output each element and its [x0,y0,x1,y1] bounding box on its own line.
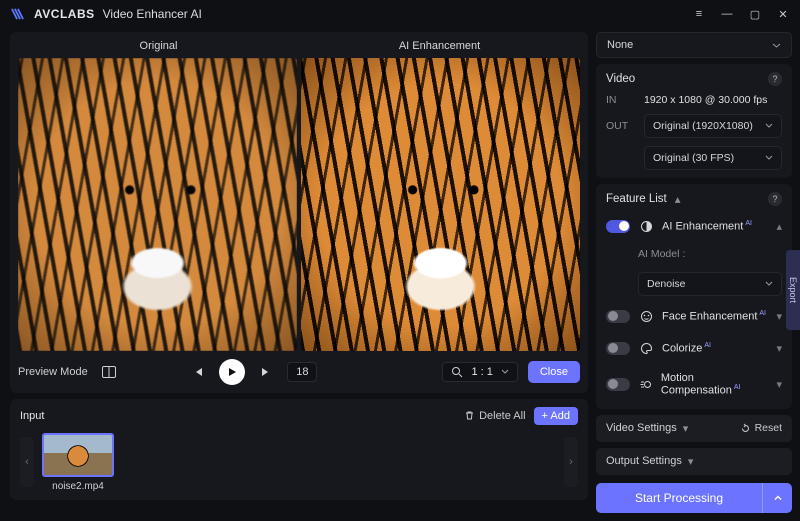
help-icon[interactable]: ? [768,72,782,86]
compare-label-original: Original [18,38,299,58]
video-settings-section[interactable]: Video Settings ▾ Reset [596,415,792,442]
close-window-button[interactable]: ✕ [776,8,790,21]
feature-list-panel: Feature List ▴ ? AI EnhancementAI ▴ AI M… [596,184,792,409]
delete-all-button[interactable]: Delete All [464,410,525,422]
start-processing-button[interactable]: Start Processing [596,483,792,513]
toggle-colorize[interactable] [606,342,630,355]
frame-number[interactable]: 18 [287,362,317,382]
palette-icon [638,340,654,356]
feature-face-enhancement: Face EnhancementAI ▾ [606,304,782,328]
logo-icon [10,5,28,23]
toggle-ai-enhancement[interactable] [606,220,630,233]
chevron-down-icon [772,41,781,50]
preview-enhanced [301,58,580,351]
input-card: Input Delete All + Add ‹ noise2.mp4 › [10,399,588,500]
next-frame-button[interactable] [255,361,277,383]
chevron-up-icon [773,493,783,503]
chevron-up-icon[interactable]: ▴ [776,220,782,233]
preview-original [18,58,297,351]
close-preview-button[interactable]: Close [528,361,580,383]
ai-model-label: AI Model : [606,246,782,264]
brand-logo: AVCLABS [10,5,95,23]
filmstrip-prev-button[interactable]: ‹ [20,437,34,487]
feature-colorize: ColorizeAI ▾ [606,336,782,360]
zoom-select[interactable]: 1 : 1 [442,362,517,382]
face-icon [638,308,654,324]
toggle-face-enhancement[interactable] [606,310,630,323]
chevron-down-icon[interactable]: ▾ [776,378,782,391]
toggle-motion-compensation[interactable] [606,378,630,391]
preview-mode-label: Preview Mode [18,366,88,378]
video-panel: Video ? IN 1920 x 1080 @ 30.000 fps OUT … [596,64,792,178]
video-panel-title: Video [606,73,635,85]
add-file-button[interactable]: + Add [534,407,578,425]
help-icon[interactable]: ? [768,192,782,206]
contrast-icon [638,218,654,234]
input-file-name: noise2.mp4 [42,477,114,492]
ai-model-select[interactable]: Denoise [638,272,782,296]
compare-layout-button[interactable] [98,361,120,383]
preset-select[interactable]: None [596,32,792,58]
in-label: IN [606,94,634,106]
app-title: Video Enhancer AI [103,7,202,21]
preview-card: Original AI Enhancement Preview Mode [10,32,588,393]
chevron-down-icon: ▾ [683,422,689,435]
in-value: 1920 x 1080 @ 30.000 fps [644,94,767,106]
feature-ai-enhancement: AI EnhancementAI ▴ [606,214,782,238]
chevron-down-icon: ▾ [688,455,694,468]
out-label: OUT [606,120,634,132]
feature-motion-compensation: Motion CompensationAI ▾ [606,368,782,401]
filmstrip-next-button[interactable]: › [564,437,578,487]
reset-button[interactable]: Reset [740,422,782,434]
zoom-value: 1 : 1 [471,366,492,378]
out-fps-select[interactable]: Original (30 FPS) [644,146,782,170]
minimize-button[interactable]: — [720,8,734,21]
chevron-down-icon [765,122,773,130]
brand-text: AVCLABS [34,7,95,21]
export-tab[interactable]: Export [786,250,800,330]
chevron-down-icon [765,280,773,288]
zoom-icon [451,366,463,378]
input-file-thumb[interactable]: noise2.mp4 [42,433,114,492]
trash-icon [464,410,475,421]
chevron-down-icon[interactable]: ▾ [776,342,782,355]
feature-list-title: Feature List [606,193,667,205]
reset-icon [740,423,751,434]
title-bar: AVCLABS Video Enhancer AI ≡ — ▢ ✕ [0,0,800,28]
chevron-down-icon [765,154,773,162]
output-settings-section[interactable]: Output Settings ▾ [596,448,792,475]
collapse-icon[interactable]: ▴ [675,192,681,206]
chevron-down-icon [501,368,509,376]
chevron-down-icon[interactable]: ▾ [776,310,782,323]
prev-frame-button[interactable] [187,361,209,383]
start-options-button[interactable] [762,483,792,513]
play-button[interactable] [219,359,245,385]
compare-label-enhanced: AI Enhancement [299,38,580,58]
menu-icon[interactable]: ≡ [692,8,706,21]
input-title: Input [20,410,44,422]
out-resolution-select[interactable]: Original (1920X1080) [644,114,782,138]
maximize-button[interactable]: ▢ [748,8,762,21]
motion-icon [638,376,653,392]
